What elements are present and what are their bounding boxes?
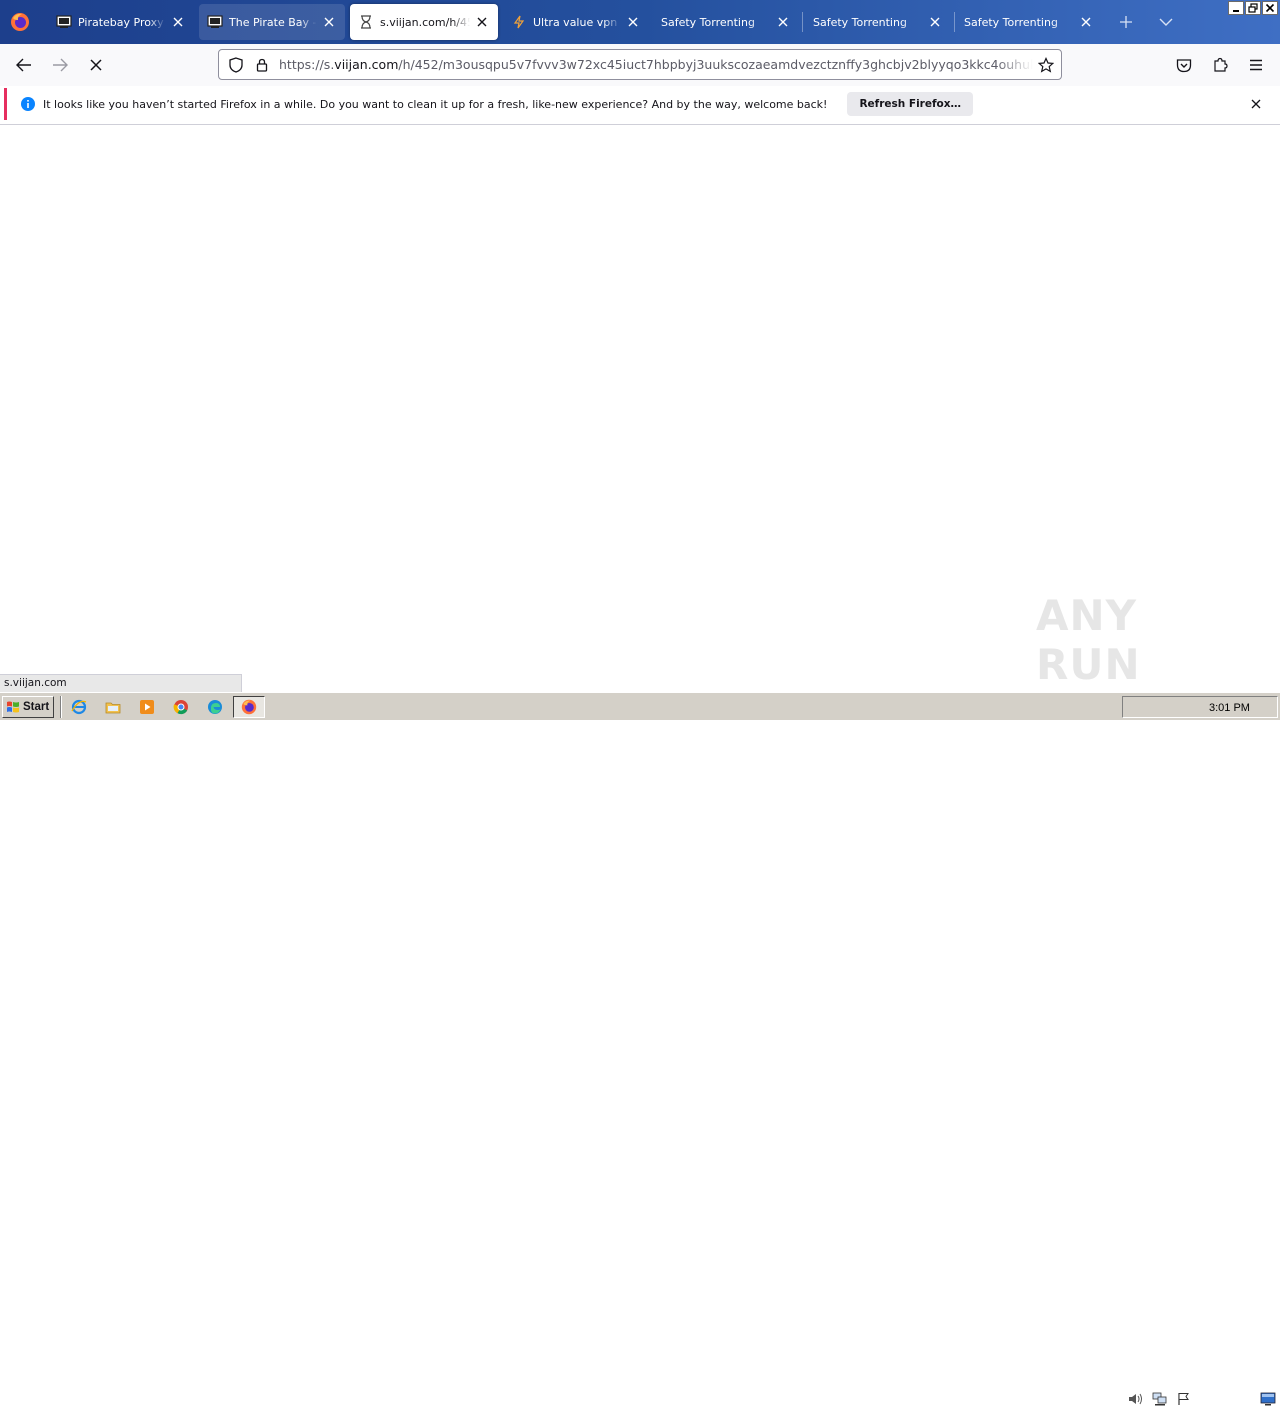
url-domain: viijan.com — [334, 57, 399, 72]
close-notification-icon[interactable] — [1248, 96, 1264, 112]
close-tab-icon[interactable] — [321, 14, 337, 30]
info-icon — [21, 97, 35, 111]
close-tab-icon[interactable] — [927, 14, 943, 30]
taskbar-firefox-window[interactable] — [233, 696, 265, 718]
taskbar-separator — [60, 696, 62, 718]
action-center-flag-icon[interactable] — [1176, 1391, 1192, 1407]
lock-icon[interactable] — [249, 52, 275, 78]
hourglass-loading-icon — [358, 14, 374, 30]
close-tab-icon[interactable] — [625, 14, 641, 30]
tracking-protection-shield-icon[interactable] — [223, 52, 249, 78]
tab-title: Safety Torrenting — [813, 15, 907, 29]
hamburger-menu-icon[interactable] — [1242, 51, 1270, 79]
navigation-toolbar: https://s.viijan.com/h/452/m3ousqpu5v7fv… — [0, 44, 1280, 86]
tab-safety-torrenting-3[interactable]: Safety Torrenting — [956, 4, 1102, 40]
forward-arrow-icon[interactable] — [46, 51, 74, 79]
tab-title: Piratebay Proxy - A — [78, 15, 166, 29]
tab-title: Ultra value vpn - Ul — [533, 15, 621, 29]
anyrun-watermark: ANY RUN — [1036, 591, 1236, 689]
tab-separator — [802, 12, 803, 32]
extensions-puzzle-icon[interactable] — [1206, 51, 1234, 79]
chrome-icon[interactable] — [172, 698, 190, 716]
refresh-firefox-button[interactable]: Refresh Firefox… — [847, 92, 974, 116]
tab-safety-torrenting-1[interactable]: Safety Torrenting — [653, 4, 799, 40]
url-prefix: https://s. — [279, 57, 335, 72]
firefox-logo-icon[interactable] — [8, 10, 32, 34]
close-tab-icon[interactable] — [170, 14, 186, 30]
tab-strip: Piratebay Proxy - A The Pirate Bay - Th … — [0, 0, 1280, 44]
window-controls — [1228, 1, 1278, 15]
tab-piratebay-proxy[interactable]: Piratebay Proxy - A — [48, 4, 194, 40]
tab-title: The Pirate Bay - Th — [229, 15, 317, 29]
back-arrow-icon[interactable] — [10, 51, 38, 79]
watermark-text: ANY RUN — [1036, 591, 1141, 689]
start-label: Start — [23, 701, 50, 713]
tab-title: s.viijan.com/h/452/ — [380, 15, 470, 29]
close-tab-icon[interactable] — [1078, 14, 1094, 30]
windows-flag-icon — [7, 701, 19, 713]
url-text[interactable]: https://s.viijan.com/h/452/m3ousqpu5v7fv… — [275, 57, 1033, 72]
pocket-icon[interactable] — [1170, 51, 1198, 79]
refresh-firefox-notification: It looks like you haven’t started Firefo… — [4, 88, 1276, 120]
pirate-ship-icon — [207, 14, 223, 30]
firefox-icon — [241, 699, 257, 715]
tab-title: Safety Torrenting — [661, 15, 755, 29]
lightning-icon — [511, 14, 527, 30]
close-tab-icon[interactable] — [775, 14, 791, 30]
windows-taskbar: Start 3:01 PM — [0, 692, 1280, 1406]
network-icon[interactable] — [1152, 1391, 1168, 1407]
list-all-tabs-chevron-icon[interactable] — [1156, 12, 1176, 32]
stop-loading-icon[interactable] — [82, 51, 110, 79]
address-bar[interactable]: https://s.viijan.com/h/452/m3ousqpu5v7fv… — [218, 49, 1062, 80]
url-path: /h/452/m3ousqpu5v7fvvv3w72xc45iuct7hbpby… — [398, 57, 1033, 72]
tab-viijan-active[interactable]: s.viijan.com/h/452/ — [350, 4, 498, 40]
status-panel: s.viijan.com — [0, 674, 242, 692]
bookmark-star-icon[interactable] — [1033, 52, 1059, 78]
file-explorer-icon[interactable] — [104, 698, 122, 716]
system-tray — [1122, 696, 1278, 718]
taskbar-clock[interactable]: 3:01 PM — [1209, 702, 1250, 714]
start-button[interactable]: Start — [2, 696, 54, 718]
tab-title: Safety Torrenting — [964, 15, 1058, 29]
internet-explorer-icon[interactable] — [70, 698, 88, 716]
restore-icon[interactable] — [1245, 1, 1261, 15]
media-player-icon[interactable] — [138, 698, 156, 716]
tab-safety-torrenting-2[interactable]: Safety Torrenting — [805, 4, 951, 40]
tab-ultra-value-vpn[interactable]: Ultra value vpn - Ul — [503, 4, 649, 40]
show-desktop-icon[interactable] — [1260, 1391, 1276, 1407]
notification-message: It looks like you haven’t started Firefo… — [43, 97, 828, 111]
close-window-icon[interactable] — [1262, 1, 1278, 15]
new-tab-plus-icon[interactable] — [1116, 12, 1136, 32]
close-tab-icon[interactable] — [474, 14, 490, 30]
pirate-ship-icon — [56, 14, 72, 30]
tab-the-pirate-bay[interactable]: The Pirate Bay - Th — [199, 4, 345, 40]
tab-separator — [954, 12, 955, 32]
minimize-icon[interactable] — [1228, 1, 1244, 15]
volume-icon[interactable] — [1128, 1391, 1144, 1407]
edge-icon[interactable] — [206, 698, 224, 716]
